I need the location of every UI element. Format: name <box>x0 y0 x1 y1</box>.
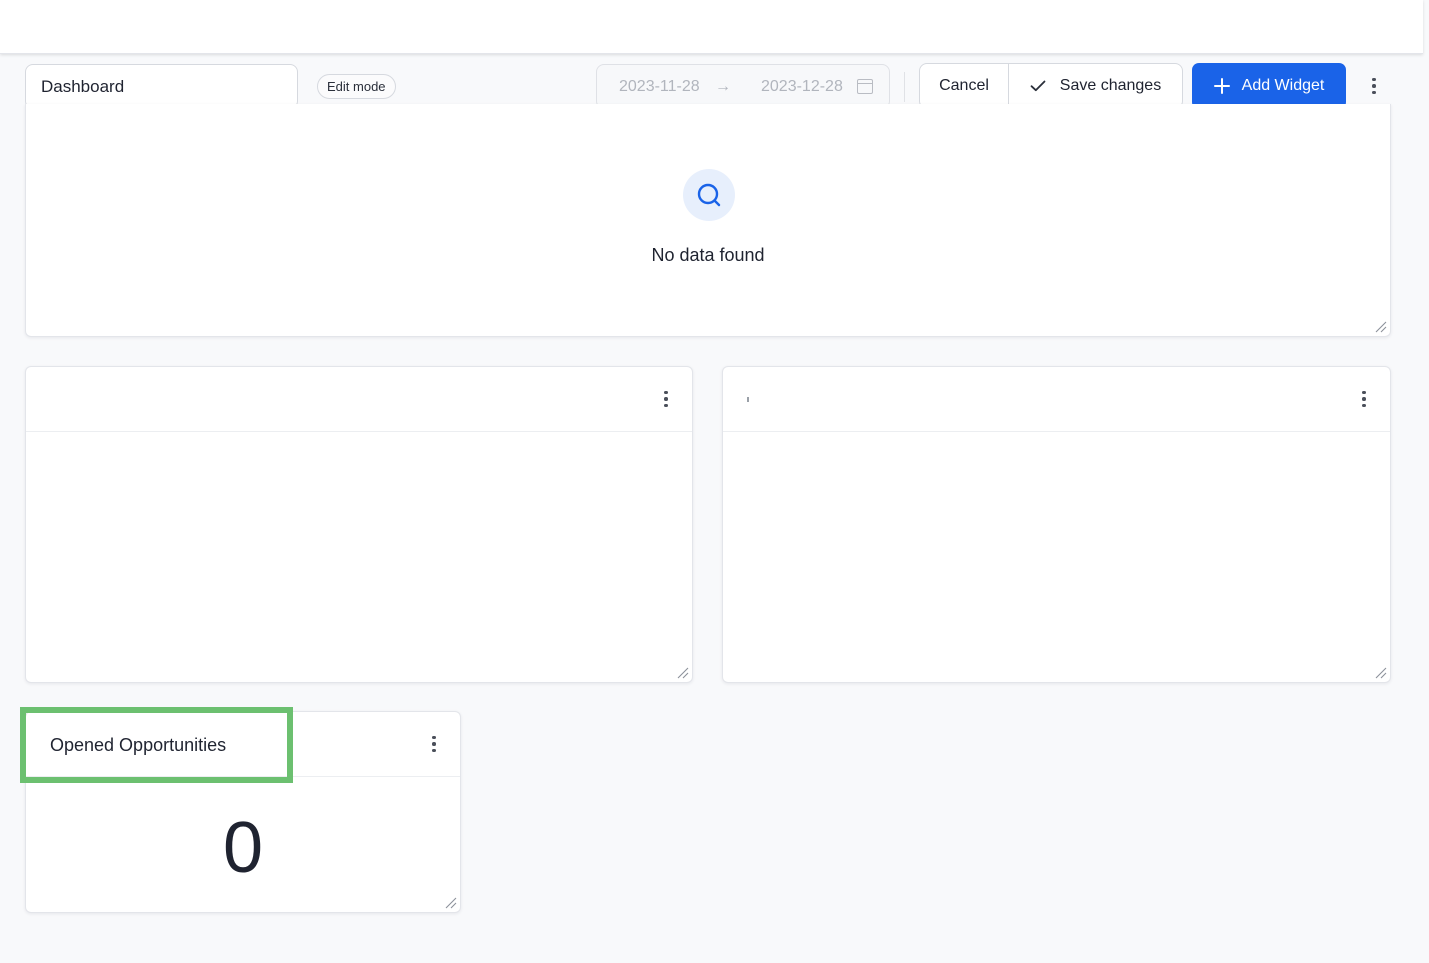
save-changes-label: Save changes <box>1059 77 1162 94</box>
resize-handle-icon[interactable] <box>445 897 457 909</box>
calendar-icon[interactable] <box>857 79 873 94</box>
edit-actions-group: Cancel Save changes <box>919 63 1183 109</box>
resize-handle-icon[interactable] <box>677 667 689 679</box>
widget-mid-left <box>25 366 693 683</box>
widget-header: Opened Opportunities <box>26 712 460 777</box>
date-start[interactable]: 2023-11-28 <box>619 78 715 96</box>
date-end[interactable]: 2023-12-28 <box>761 78 857 96</box>
add-widget-label: Add Widget <box>1241 77 1325 94</box>
edit-mode-badge: Edit mode <box>317 74 396 99</box>
save-changes-button[interactable]: Save changes <box>1009 64 1182 108</box>
resize-handle-icon[interactable] <box>1375 667 1387 679</box>
widget-empty-state: No data found <box>25 104 1391 337</box>
more-vertical-icon[interactable] <box>1364 76 1384 96</box>
arrow-right-icon: → <box>715 77 731 95</box>
more-vertical-icon[interactable] <box>1354 389 1374 409</box>
widget-title: Opened Opportunities <box>50 735 227 755</box>
widget-mid-right <box>722 366 1391 683</box>
more-vertical-icon[interactable] <box>656 389 676 409</box>
widget-header <box>26 367 692 432</box>
search-icon <box>683 169 735 221</box>
cancel-button-label: Cancel <box>939 77 989 94</box>
dashboard-name-input[interactable] <box>25 64 298 109</box>
toolbar-divider <box>904 72 905 102</box>
widget-header <box>723 367 1390 432</box>
cancel-button[interactable]: Cancel <box>920 64 1009 108</box>
date-range-picker[interactable]: 2023-11-28 → 2023-12-28 <box>596 64 890 109</box>
empty-state-message: No data found <box>651 245 765 265</box>
more-vertical-icon[interactable] <box>424 734 444 754</box>
resize-handle-icon[interactable] <box>1375 321 1387 333</box>
top-app-bar <box>0 0 1423 54</box>
plus-icon <box>1213 78 1230 94</box>
add-widget-button[interactable]: Add Widget <box>1192 63 1346 109</box>
metric-value: 0 <box>222 808 264 888</box>
widget-opened-opportunities: Opened Opportunities 0 <box>25 711 461 913</box>
check-icon <box>1030 80 1046 92</box>
title-placeholder-mark <box>747 397 749 402</box>
